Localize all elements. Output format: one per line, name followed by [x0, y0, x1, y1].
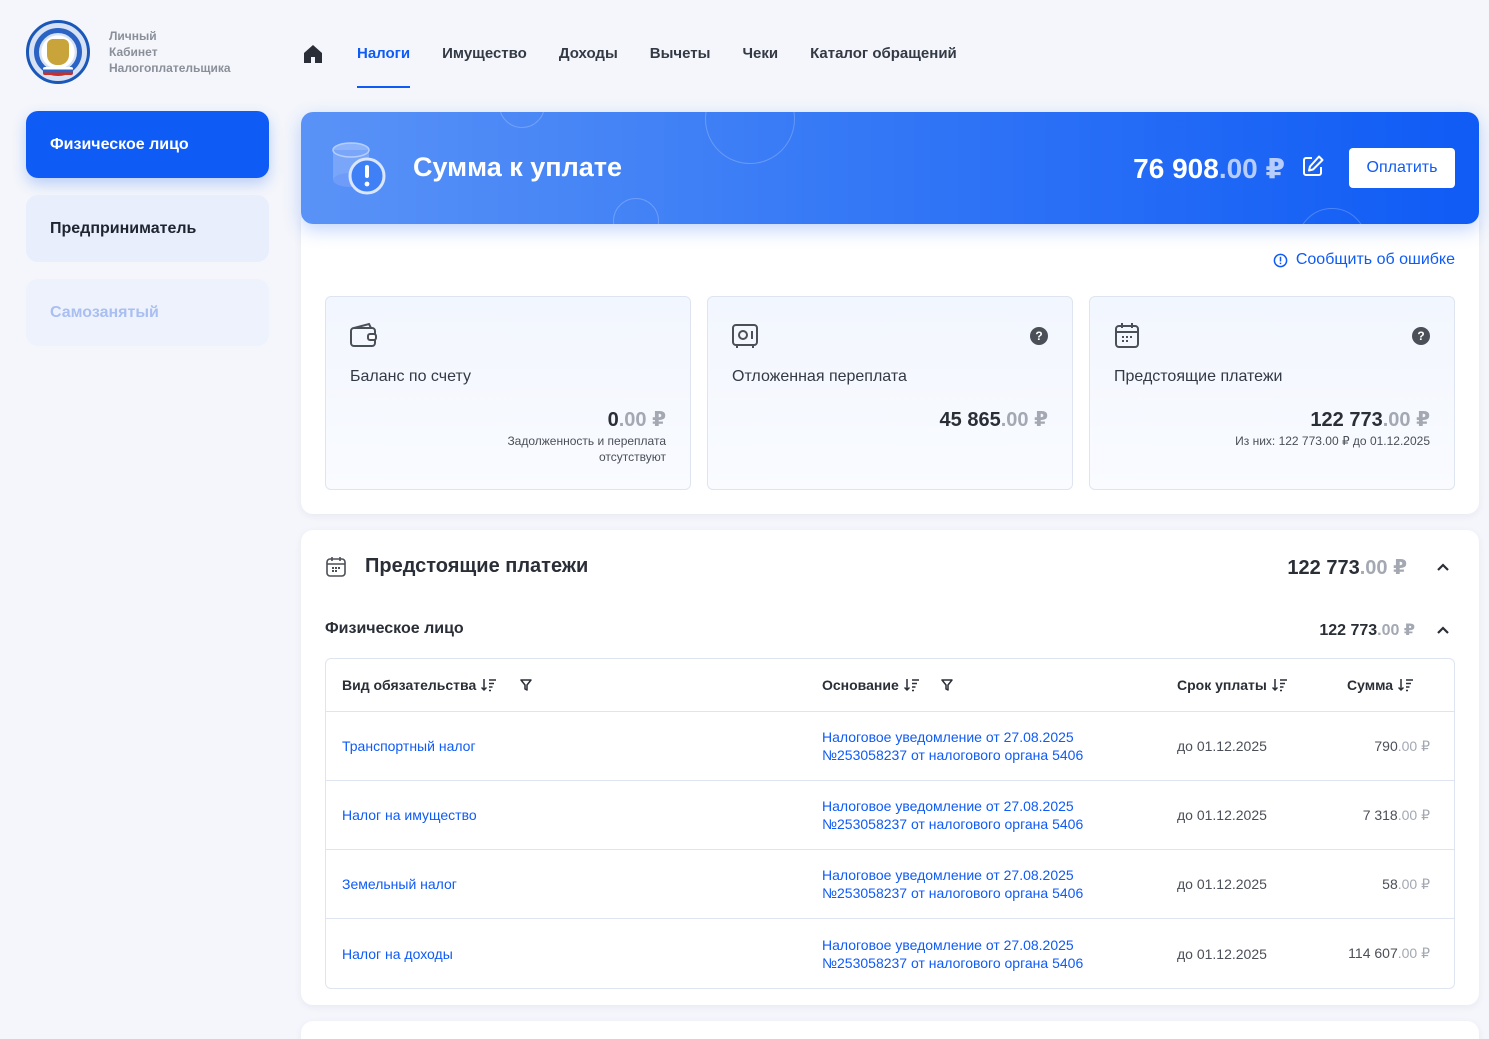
card-note: Задолженность и переплата отсутствуют	[507, 434, 666, 464]
column-header-sum[interactable]: Сумма	[1347, 677, 1414, 693]
due-date: до 01.12.2025	[1177, 807, 1267, 823]
obligation-link[interactable]: Налог на доходы	[342, 945, 453, 963]
calendar-icon	[1115, 323, 1139, 348]
column-header-due[interactable]: Срок уплаты	[1177, 677, 1288, 693]
fns-emblem-icon	[26, 20, 90, 84]
report-error-link[interactable]: Сообщить об ошибке	[1273, 251, 1455, 269]
tab-taxes[interactable]: Налоги	[357, 36, 411, 88]
tab-receipts[interactable]: Чеки	[742, 36, 778, 88]
ruble-coin-decoration	[1297, 208, 1367, 224]
due-date: до 01.12.2025	[1177, 738, 1267, 754]
row-sum: 58.00 ₽	[1382, 875, 1430, 892]
column-header-obligation[interactable]: Вид обязательства	[342, 677, 497, 693]
tab-appeals-catalog[interactable]: Каталог обращений	[810, 36, 957, 88]
calendar-icon	[326, 557, 346, 577]
sort-icon[interactable]	[481, 678, 497, 692]
row-sum: 7 318.00 ₽	[1362, 806, 1430, 823]
home-icon[interactable]	[301, 42, 325, 66]
safe-icon	[732, 324, 758, 348]
table-row: Транспортный налог Налоговое уведомление…	[326, 712, 1454, 781]
row-sum: 790.00 ₽	[1374, 737, 1430, 754]
edit-icon[interactable]	[1301, 154, 1325, 178]
chevron-up-icon[interactable]	[1435, 559, 1451, 575]
top-navigation: Налоги Имущество Доходы Вычеты Чеки Ката…	[301, 36, 989, 90]
hero-title: Сумма к уплате	[413, 152, 623, 182]
section-total: 122 773.00 ₽	[1287, 557, 1407, 579]
table-row: Налог на имущество Налоговое уведомление…	[326, 781, 1454, 850]
upcoming-payments-card: ? Предстоящие платежи 122 773.00 ₽ Из ни…	[1089, 296, 1455, 490]
amount-due-banner: Сумма к уплате 76 908.00 ₽ Оплатить	[301, 112, 1479, 224]
sidebar-item-self-employed[interactable]: Самозанятый	[26, 279, 269, 346]
logo-line-2: Кабинет	[109, 45, 158, 59]
sidebar-item-label: Физическое лицо	[50, 135, 189, 153]
upcoming-payments-panel: Предстоящие платежи 122 773.00 ₽ Физичес…	[301, 530, 1479, 1005]
filter-icon[interactable]	[941, 679, 953, 691]
group-total: 122 773.00 ₽	[1319, 622, 1415, 639]
sort-icon[interactable]	[903, 678, 920, 692]
help-icon[interactable]: ?	[1030, 327, 1048, 345]
wallet-icon	[350, 322, 377, 347]
info-icon	[1273, 253, 1288, 267]
card-title: Предстоящие платежи	[1114, 368, 1283, 385]
coins-warning-icon	[332, 142, 386, 195]
deferred-overpayment-card: ? Отложенная переплата 45 865.00 ₽	[707, 296, 1073, 490]
chevron-up-icon[interactable]	[1435, 622, 1451, 638]
card-note: Из них: 122 773.00 ₽ до 01.12.2025	[1235, 434, 1430, 448]
card-amount: 45 865.00 ₽	[939, 409, 1048, 431]
next-section-panel	[301, 1021, 1479, 1039]
obligation-link[interactable]: Транспортный налог	[342, 737, 476, 755]
section-title: Предстоящие платежи	[365, 555, 589, 577]
table-row: Налог на доходы Налоговое уведомление от…	[326, 919, 1454, 988]
card-title: Баланс по счету	[350, 368, 471, 385]
tab-deductions[interactable]: Вычеты	[650, 36, 711, 88]
filter-icon[interactable]	[520, 679, 532, 691]
help-icon[interactable]: ?	[1412, 327, 1430, 345]
sort-icon[interactable]	[1271, 678, 1288, 692]
basis-link[interactable]: Налоговое уведомление от 27.08.2025 №2530…	[822, 728, 1083, 764]
logo-line-1: Личный	[109, 29, 157, 43]
obligation-link[interactable]: Налог на имущество	[342, 806, 477, 824]
sidebar-item-label: Самозанятый	[50, 303, 159, 321]
column-header-basis[interactable]: Основание	[822, 677, 920, 693]
ruble-coin-decoration	[499, 112, 545, 128]
fns-logo[interactable]: Личный Кабинет Налогоплательщика	[26, 20, 231, 84]
card-amount: 122 773.00 ₽	[1310, 409, 1430, 431]
card-title: Отложенная переплата	[732, 368, 907, 385]
due-date: до 01.12.2025	[1177, 945, 1267, 962]
amount-due: 76 908.00 ₽	[1133, 153, 1285, 184]
report-error-label: Сообщить об ошибке	[1295, 251, 1455, 268]
sidebar-item-individual[interactable]: Физическое лицо	[26, 111, 269, 178]
basis-link[interactable]: Налоговое уведомление от 27.08.2025 №2530…	[822, 936, 1083, 972]
sidebar-item-label: Предприниматель	[50, 219, 197, 237]
logo-line-3: Налогоплательщика	[109, 61, 231, 75]
tab-property[interactable]: Имущество	[442, 36, 527, 88]
pay-button[interactable]: Оплатить	[1349, 148, 1455, 188]
summary-panel: Сообщить об ошибке Баланс по счету 0.00 …	[301, 218, 1479, 514]
basis-link[interactable]: Налоговое уведомление от 27.08.2025 №2530…	[822, 797, 1083, 833]
sort-icon[interactable]	[1398, 678, 1414, 692]
payments-table: Вид обязательства Основание Срок уплаты …	[325, 658, 1455, 989]
due-date: до 01.12.2025	[1177, 876, 1267, 892]
logo-text: Личный Кабинет Налогоплательщика	[109, 28, 231, 76]
tab-income[interactable]: Доходы	[559, 36, 618, 88]
sidebar-item-entrepreneur[interactable]: Предприниматель	[26, 195, 269, 262]
basis-link[interactable]: Налоговое уведомление от 27.08.2025 №2530…	[822, 866, 1083, 902]
obligation-link[interactable]: Земельный налог	[342, 875, 457, 893]
group-title: Физическое лицо	[325, 620, 464, 637]
ruble-coin-decoration	[705, 112, 795, 164]
balance-card: Баланс по счету 0.00 ₽ Задолженность и п…	[325, 296, 691, 490]
card-amount: 0.00 ₽	[607, 409, 666, 431]
table-header-row: Вид обязательства Основание Срок уплаты …	[326, 659, 1454, 712]
table-row: Земельный налог Налоговое уведомление от…	[326, 850, 1454, 919]
ruble-coin-decoration	[613, 198, 659, 224]
row-sum: 114 607.00 ₽	[1348, 945, 1430, 961]
